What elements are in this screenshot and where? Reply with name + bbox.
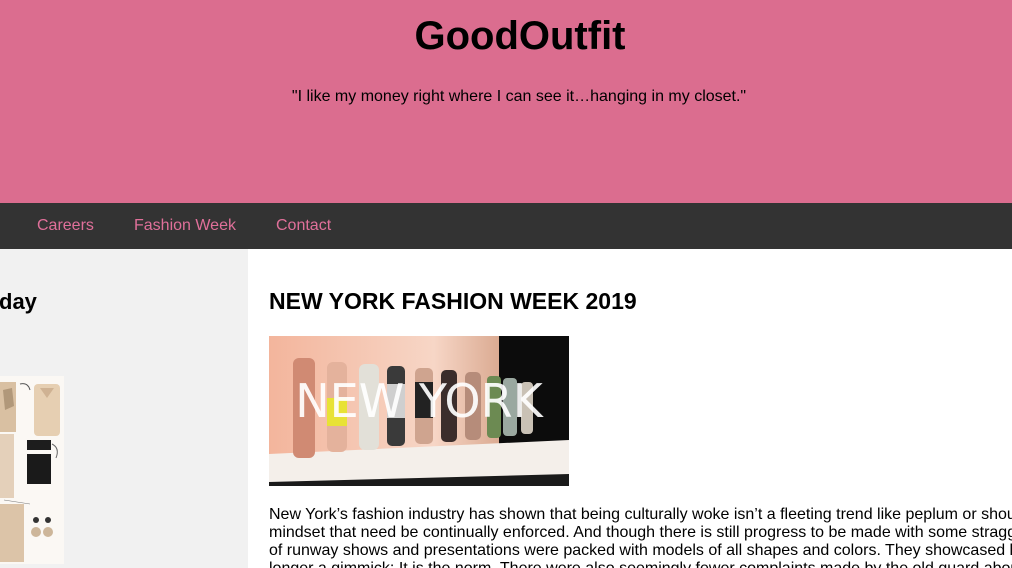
image-overlay-text: NEW YORK: [295, 374, 544, 428]
post-paragraph-line: New York’s fashion industry has shown th…: [269, 506, 1012, 523]
nav-link-careers[interactable]: Careers: [37, 203, 94, 249]
site-title: GoodOutfit: [414, 14, 626, 58]
post-paragraph-line: of runway shows and presentations were p…: [269, 542, 1012, 559]
sidebar: day: [0, 249, 248, 568]
main-content: NEW YORK FASHION WEEK 2019 NEW YORK New …: [248, 249, 1012, 568]
post-featured-image[interactable]: NEW YORK: [269, 336, 569, 486]
site-tagline: "I like my money right where I can see i…: [291, 88, 747, 105]
post-paragraph-line: mindset that need be continually enforce…: [269, 524, 1012, 541]
nav-link-contact[interactable]: Contact: [276, 203, 331, 249]
post-paragraph-line: longer a gimmick: It is the norm. There …: [269, 560, 1012, 568]
sidebar-heading: day: [0, 289, 37, 314]
site-header: GoodOutfit "I like my money right where …: [0, 0, 1012, 203]
nav-link-fashion-week[interactable]: Fashion Week: [134, 203, 236, 249]
outfit-collage-image[interactable]: [0, 376, 64, 564]
post-title: NEW YORK FASHION WEEK 2019: [269, 288, 637, 314]
top-navigation: Careers Fashion Week Contact: [0, 203, 1012, 249]
